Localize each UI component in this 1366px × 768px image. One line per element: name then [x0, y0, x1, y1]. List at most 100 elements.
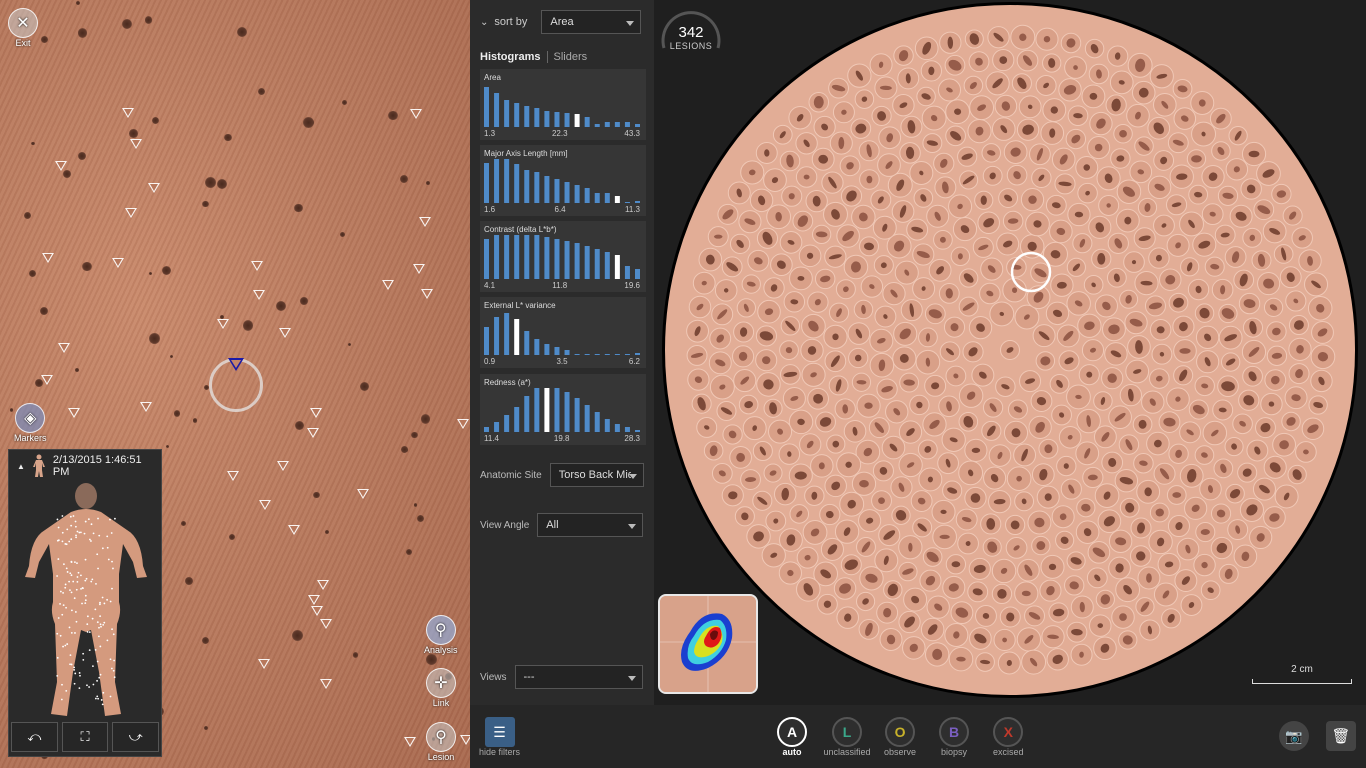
lesion-thumbnail[interactable] — [824, 245, 847, 268]
lesion-thumbnail[interactable] — [1224, 246, 1247, 268]
lesion-thumbnail[interactable] — [1051, 505, 1075, 529]
lesion-thumbnail[interactable] — [792, 210, 814, 232]
lesion-thumbnail[interactable] — [920, 617, 945, 642]
lesion-thumbnail[interactable] — [1101, 367, 1124, 390]
lesion-thumbnail[interactable] — [734, 506, 755, 527]
lesion-thumbnail[interactable] — [853, 299, 874, 320]
histogram-bar[interactable] — [524, 170, 530, 203]
lesion-thumbnail[interactable] — [1139, 619, 1161, 641]
lesion-marker[interactable] — [419, 217, 431, 227]
histogram-bar[interactable] — [514, 235, 520, 279]
lesion-thumbnail[interactable] — [906, 218, 929, 241]
lesion-thumbnail[interactable] — [828, 302, 850, 323]
histogram-bar[interactable] — [574, 243, 580, 279]
lesion-thumbnail[interactable] — [925, 642, 950, 667]
lesion-thumbnail[interactable] — [1228, 126, 1248, 146]
lesion-thumbnail[interactable] — [921, 105, 947, 131]
lesion-thumbnail[interactable] — [1045, 301, 1070, 326]
lesion-thumbnail[interactable] — [843, 254, 869, 280]
lesion-thumbnail[interactable] — [1188, 184, 1209, 205]
lesion-thumbnail[interactable] — [1291, 227, 1313, 249]
lesion-thumbnail[interactable] — [1159, 268, 1182, 291]
lesion-thumbnail[interactable] — [1187, 278, 1210, 301]
lesion-thumbnail[interactable] — [1284, 386, 1308, 410]
lesion-thumbnail[interactable] — [987, 26, 1010, 49]
lesion-thumbnail[interactable] — [952, 217, 978, 242]
histogram-bar[interactable] — [564, 182, 570, 203]
lesion-thumbnail[interactable] — [913, 188, 934, 208]
lesion-thumbnail[interactable] — [1060, 32, 1082, 54]
lesion-thumbnail[interactable] — [779, 150, 801, 172]
lesion-thumbnail[interactable] — [1196, 350, 1220, 374]
histogram-bar[interactable] — [544, 344, 550, 355]
lesion-thumbnail[interactable] — [1076, 498, 1096, 518]
lesion-thumbnail[interactable] — [1087, 136, 1111, 160]
lesion-thumbnail[interactable] — [892, 94, 915, 117]
histogram-bar[interactable] — [554, 388, 560, 432]
lesion-thumbnail[interactable] — [991, 117, 1016, 141]
lesion-thumbnail[interactable] — [813, 115, 836, 139]
lesion-thumbnail[interactable] — [955, 508, 978, 531]
lesion-thumbnail[interactable] — [1067, 105, 1089, 126]
lesion-thumbnail[interactable] — [1195, 325, 1220, 349]
lesion-marker[interactable] — [42, 253, 54, 263]
histogram-bar[interactable] — [504, 100, 510, 127]
lesion-thumbnail[interactable] — [945, 554, 967, 575]
lesion-thumbnail[interactable] — [817, 593, 838, 615]
lesion-thumbnail[interactable] — [1000, 340, 1020, 360]
lesion-thumbnail[interactable] — [780, 316, 801, 336]
histogram-bar[interactable] — [494, 159, 500, 203]
lesion-thumbnail[interactable] — [1194, 445, 1215, 465]
lesion-thumbnail[interactable] — [1225, 483, 1245, 504]
lesion-marker[interactable] — [227, 471, 239, 481]
histogram-bar[interactable] — [604, 193, 610, 203]
fit-view-button[interactable]: ⛶ — [61, 722, 109, 752]
lesion-thumbnail[interactable] — [944, 623, 969, 647]
histogram-bar[interactable] — [584, 354, 590, 355]
lesion-thumbnail[interactable] — [770, 253, 793, 277]
lesion-thumbnail[interactable] — [902, 636, 926, 660]
lesion-thumbnail[interactable] — [1030, 390, 1053, 413]
lesion-thumbnail[interactable] — [871, 105, 892, 126]
lesion-thumbnail[interactable] — [858, 140, 880, 162]
lesion-thumbnail[interactable] — [1282, 205, 1303, 226]
lesion-thumbnail[interactable] — [729, 446, 752, 469]
lesion-marker[interactable] — [460, 735, 470, 745]
analysis-button[interactable]: ⚲ Analysis — [424, 615, 458, 655]
lesion-thumbnail[interactable] — [972, 236, 994, 258]
lesion-thumbnail[interactable] — [1111, 605, 1135, 629]
lesion-thumbnail[interactable] — [1040, 554, 1065, 579]
histogram-bar[interactable] — [584, 117, 590, 127]
selected-lesion-marker[interactable] — [228, 358, 244, 371]
lesion-thumbnail[interactable] — [1126, 103, 1150, 128]
lesion-thumbnail[interactable] — [1179, 421, 1201, 444]
lesion-thumbnail[interactable] — [1242, 227, 1263, 248]
lesion-thumbnail[interactable] — [1213, 458, 1234, 479]
histogram-bar[interactable] — [594, 249, 600, 279]
lesion-thumbnail[interactable] — [800, 338, 824, 363]
lesion-thumbnail[interactable] — [774, 482, 797, 506]
lesion-thumbnail[interactable] — [916, 86, 936, 107]
lesion-thumbnail[interactable] — [1147, 175, 1172, 200]
lesion-thumbnail[interactable] — [729, 233, 751, 255]
lesion-thumbnail[interactable] — [1064, 56, 1087, 79]
lesion-thumbnail[interactable] — [876, 378, 898, 400]
lesion-thumbnail[interactable] — [789, 266, 813, 291]
lesion-marker[interactable] — [148, 183, 160, 193]
lesion-thumbnail[interactable] — [1058, 425, 1082, 449]
lesion-thumbnail[interactable] — [711, 462, 733, 484]
lesion-thumbnail[interactable] — [1202, 420, 1228, 446]
lesion-thumbnail[interactable] — [1130, 545, 1152, 567]
lesion-marker[interactable] — [307, 428, 319, 438]
lesion-thumbnail[interactable] — [1212, 399, 1234, 421]
lesion-marker[interactable] — [112, 258, 124, 268]
lesion-thumbnail[interactable] — [1166, 194, 1188, 216]
lesion-thumbnail[interactable] — [1151, 343, 1173, 365]
lesion-thumbnail[interactable] — [962, 341, 984, 363]
lesion-thumbnail[interactable] — [977, 211, 1000, 235]
lesion-thumbnail[interactable] — [1135, 597, 1155, 617]
lesion-thumbnail[interactable] — [1263, 455, 1287, 479]
lesion-thumbnail[interactable] — [1254, 417, 1276, 439]
lesion-thumbnail[interactable] — [1298, 249, 1322, 273]
lesion-thumbnail[interactable] — [1233, 544, 1258, 569]
